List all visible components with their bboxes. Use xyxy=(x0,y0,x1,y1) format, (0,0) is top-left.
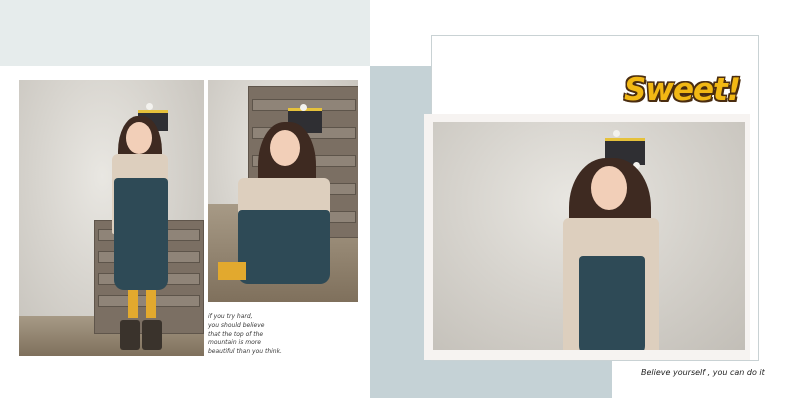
girl-figure xyxy=(563,124,673,350)
right-caption: Believe yourself , you can do it xyxy=(641,368,765,377)
left-caption-line: beautiful than you think. xyxy=(208,348,282,356)
left-caption: if you try hard, you should believe that… xyxy=(208,313,318,357)
photo-portrait-girl xyxy=(433,122,745,350)
photo-standing-girl xyxy=(19,80,204,356)
sweet-title: Sweet! xyxy=(624,72,741,108)
girl-figure xyxy=(218,100,348,300)
photo-sitting-girl xyxy=(208,80,358,302)
left-caption-line: that the top of the xyxy=(208,330,264,338)
girl-figure xyxy=(104,98,184,356)
left-caption-line: mountain is more xyxy=(208,339,261,347)
left-top-band xyxy=(0,0,370,66)
left-caption-line: if you try hard, xyxy=(208,313,253,320)
left-caption-line: you should believe xyxy=(208,321,265,329)
